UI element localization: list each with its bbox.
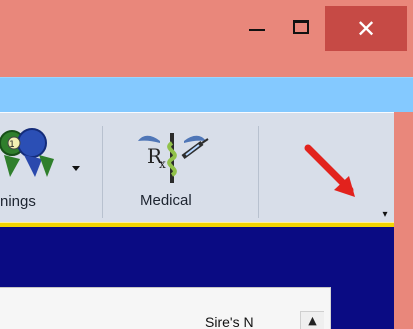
svg-text:x: x <box>159 157 166 171</box>
window-controls: ✕ <box>235 6 407 51</box>
top-band <box>0 77 413 113</box>
svg-text:1: 1 <box>9 140 15 150</box>
close-icon: ✕ <box>355 14 377 43</box>
maximize-button[interactable] <box>280 6 325 51</box>
medical-label: Medical <box>140 192 192 209</box>
application-window: ✕ 1 nings R x Medical ▾ Sire's N ▲ <box>0 0 413 329</box>
ribbon-separator <box>102 126 103 218</box>
sire-name-column-header[interactable]: Sire's N <box>205 314 254 329</box>
ribbon-rosette-icon: 1 <box>0 128 54 177</box>
sort-ascending-button[interactable]: ▲ <box>300 311 324 329</box>
chevron-down-icon: ▾ <box>382 208 388 220</box>
close-button[interactable]: ✕ <box>325 6 407 51</box>
data-grid <box>0 287 331 329</box>
ribbon-separator <box>258 126 259 218</box>
rx-caduceus-icon: R x <box>138 133 209 183</box>
sort-up-icon: ▲ <box>308 314 317 327</box>
red-arrow-icon <box>304 144 355 197</box>
winnings-label: nings <box>0 193 36 210</box>
minimize-button[interactable] <box>235 6 280 51</box>
ribbon-expander-button[interactable]: ▾ <box>376 205 394 223</box>
winnings-dropdown-arrow-icon[interactable] <box>72 166 80 171</box>
window-border-right <box>394 112 413 329</box>
